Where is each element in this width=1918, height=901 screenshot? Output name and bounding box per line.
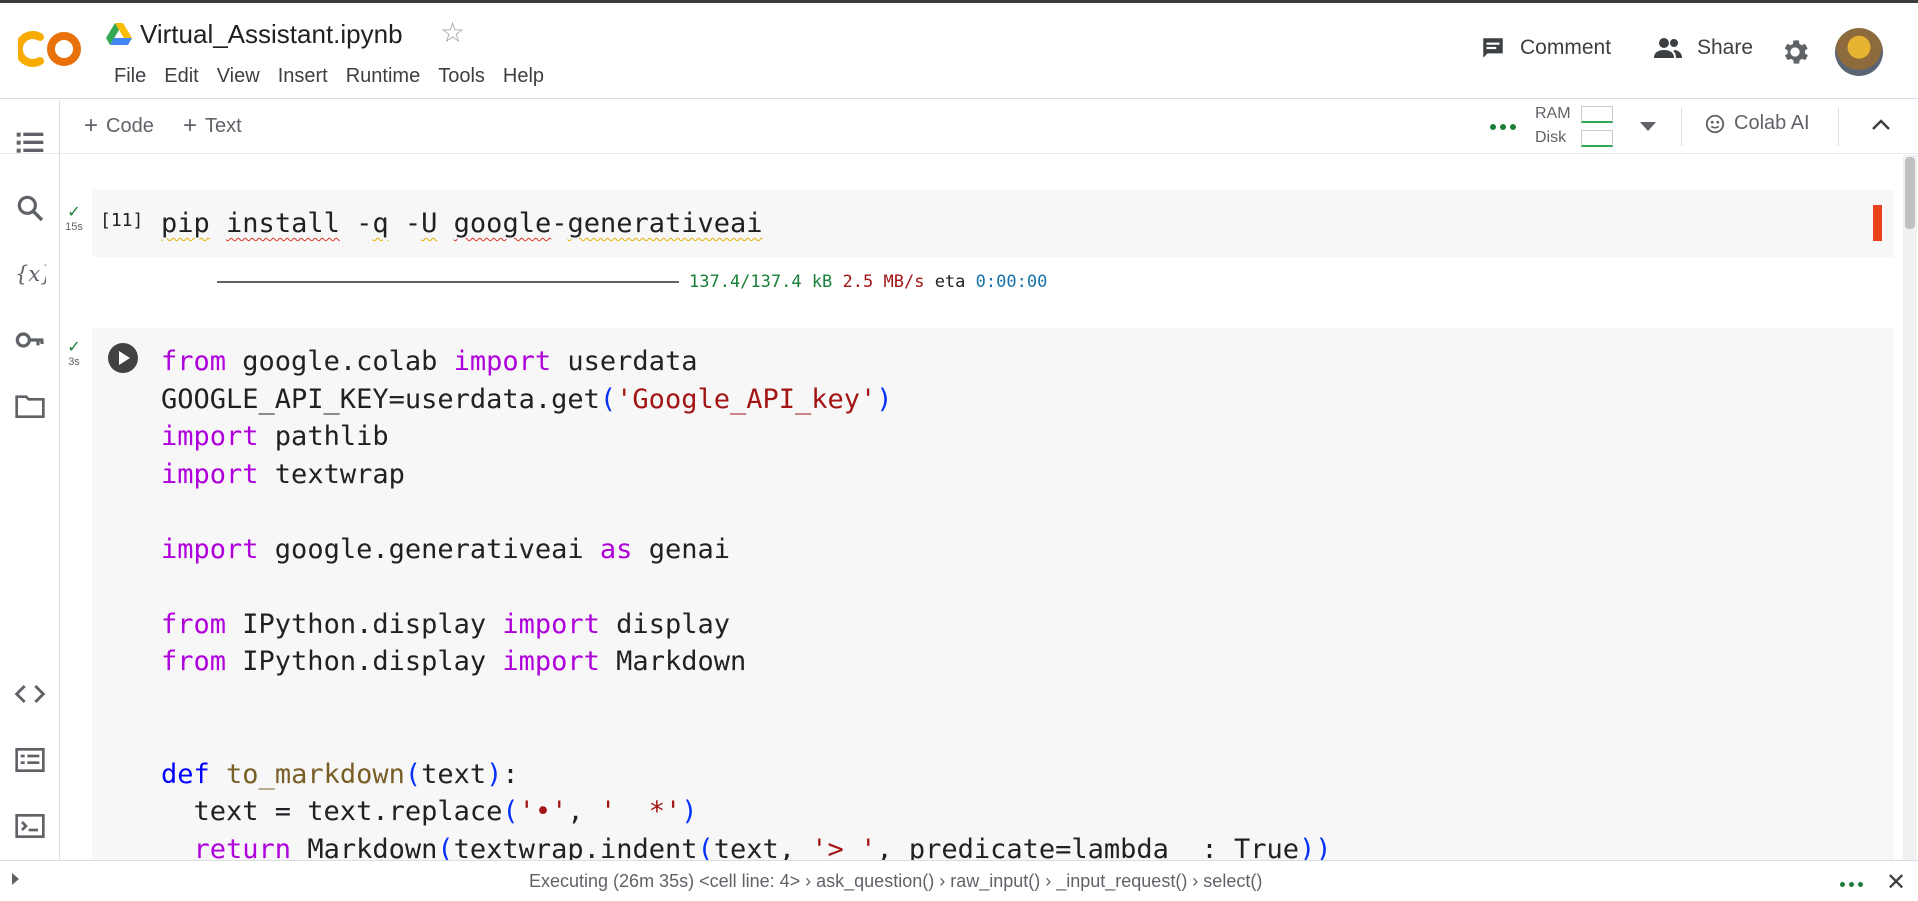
toc-icon[interactable] <box>14 126 46 158</box>
menu-insert[interactable]: Insert <box>269 65 337 88</box>
exec-time: 3s <box>68 356 80 368</box>
gear-icon[interactable] <box>1779 36 1811 68</box>
cell-code[interactable]: pip install -q -U google-generativeai <box>161 205 763 243</box>
run-icon[interactable] <box>108 343 138 373</box>
check-icon: ✓ <box>67 339 81 356</box>
share-icon <box>1654 38 1682 58</box>
colab-ai-icon <box>1705 114 1725 133</box>
output-size: 137.4/137.4 kB <box>689 272 833 292</box>
terminal-icon[interactable] <box>14 810 46 842</box>
execution-status[interactable]: Executing (26m 35s) <cell line: 4> › ask… <box>529 871 1262 892</box>
search-icon[interactable] <box>14 192 46 224</box>
share-label: Share <box>1697 36 1754 59</box>
scrollbar[interactable] <box>1903 155 1917 860</box>
status-bar: Executing (26m 35s) <cell line: 4> › ask… <box>0 860 1918 901</box>
expand-icon[interactable] <box>12 873 19 885</box>
divider <box>1838 108 1839 146</box>
download-progress-bar <box>217 281 679 283</box>
add-code-label: Code <box>106 114 154 137</box>
command-palette-icon[interactable] <box>14 744 46 776</box>
comment-button[interactable]: Comment <box>1480 35 1611 61</box>
cell-status: ✓ 3s <box>64 339 84 369</box>
output-speed: 2.5 MB/s <box>842 272 925 292</box>
output-eta: 0:00:00 <box>975 272 1048 292</box>
header: Virtual_Assistant.ipynb ☆ File Edit View… <box>0 3 1918 99</box>
colab-ai-button[interactable]: Colab AI <box>1704 112 1810 135</box>
check-icon: ✓ <box>67 204 81 221</box>
code-snippets-icon[interactable] <box>14 678 46 710</box>
menu-edit[interactable]: Edit <box>155 65 207 88</box>
toolbar: + Code + Text <box>0 100 1918 154</box>
menu-tools[interactable]: Tools <box>429 65 494 88</box>
menu-view[interactable]: View <box>208 65 269 88</box>
chevron-up-icon[interactable] <box>1870 116 1892 134</box>
exec-time: 15s <box>65 221 83 233</box>
drive-icon <box>106 23 132 45</box>
add-text-button[interactable]: + Text <box>183 114 242 138</box>
add-text-label: Text <box>205 114 242 137</box>
error-indicator <box>1873 205 1882 241</box>
share-button[interactable]: Share <box>1653 35 1753 61</box>
runtime-dropdown-icon[interactable] <box>1640 122 1656 131</box>
cell-code[interactable]: from google.colab import userdata GOOGLE… <box>161 343 1331 868</box>
cell-status: ✓ 15s <box>64 204 84 234</box>
close-icon[interactable]: ✕ <box>1886 871 1906 895</box>
disk-meter[interactable] <box>1581 130 1613 147</box>
menu-bar: File Edit View Insert Runtime Tools Help <box>105 65 553 88</box>
colab-ai-label: Colab AI <box>1734 112 1810 134</box>
cell-output: 137.4/137.4 kB 2.5 MB/s eta 0:00:00 <box>217 272 1047 292</box>
star-icon[interactable]: ☆ <box>440 19 465 47</box>
key-icon[interactable] <box>14 324 46 356</box>
add-code-button[interactable]: + Code <box>84 114 154 138</box>
divider <box>1681 108 1682 146</box>
folder-icon[interactable] <box>14 390 46 422</box>
plus-icon: + <box>84 112 99 139</box>
execution-count: [11] <box>100 210 144 231</box>
svg-text:{x}: {x} <box>15 262 46 286</box>
comment-icon <box>1483 38 1503 58</box>
menu-file[interactable]: File <box>105 65 155 88</box>
plus-icon: + <box>183 112 198 139</box>
avatar[interactable] <box>1835 28 1883 76</box>
colab-logo[interactable] <box>18 29 86 69</box>
more-options-icon[interactable] <box>1490 124 1516 130</box>
comment-label: Comment <box>1520 36 1612 59</box>
notebook-title[interactable]: Virtual_Assistant.ipynb <box>140 19 403 50</box>
left-sidebar: {x} <box>0 100 60 860</box>
more-options-icon[interactable] <box>1840 882 1863 887</box>
output-eta-label: eta <box>934 272 966 292</box>
ram-meter[interactable] <box>1581 106 1613 123</box>
variables-icon[interactable]: {x} <box>14 258 46 290</box>
disk-label: Disk <box>1535 129 1567 146</box>
ram-label: RAM <box>1535 105 1571 122</box>
scrollbar-thumb[interactable] <box>1905 157 1915 229</box>
menu-runtime[interactable]: Runtime <box>337 65 429 88</box>
menu-help[interactable]: Help <box>494 65 553 88</box>
